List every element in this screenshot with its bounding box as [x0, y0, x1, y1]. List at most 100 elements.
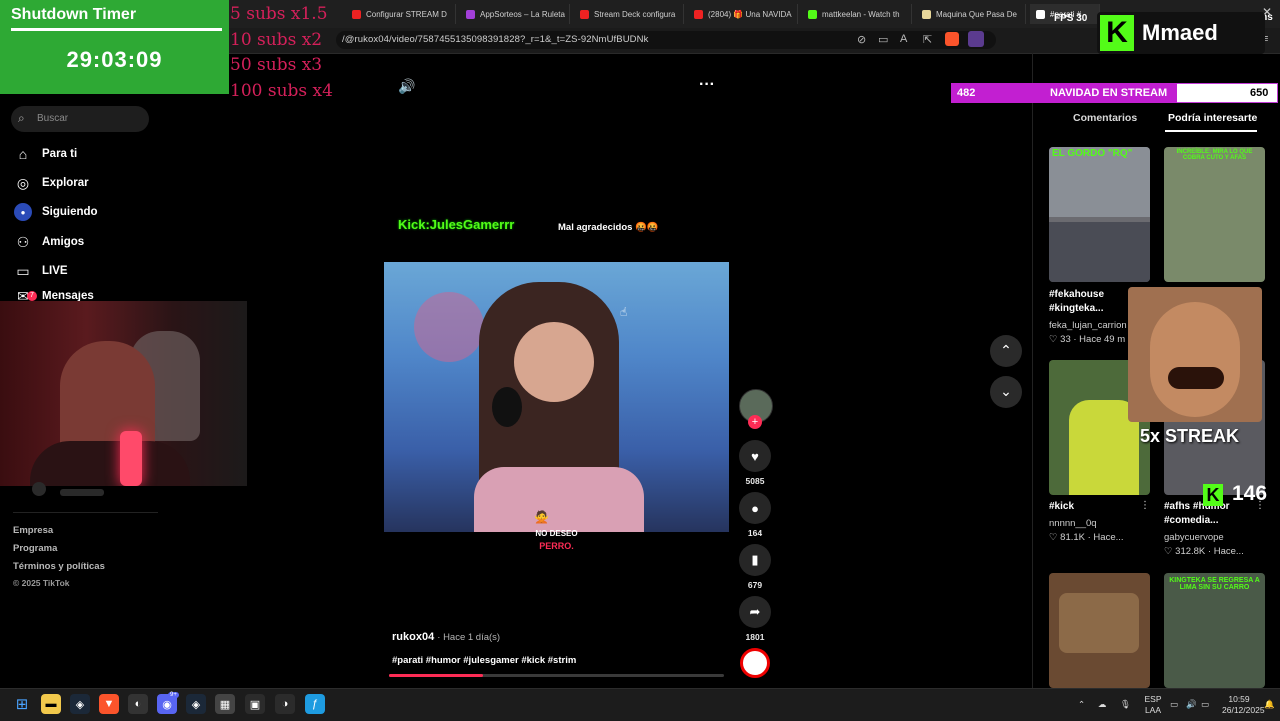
sidebar-item-live[interactable]: ▭ LIVE [14, 262, 67, 280]
kick-logo-icon: K [1100, 15, 1134, 51]
kick-brand-name: Mmaed [1142, 20, 1218, 45]
active-tab-indicator [1165, 130, 1257, 132]
footer-link[interactable]: Programa [13, 543, 57, 554]
card-time: · Hace 49 m [1073, 334, 1126, 345]
video-player[interactable]: 🙅 [384, 262, 729, 532]
sidebar-item-label: Siguiendo [42, 206, 98, 218]
heart-icon: ♥ [751, 448, 759, 464]
card-caption[interactable]: #kick [1049, 500, 1074, 514]
battery-icon[interactable]: ▭ [1201, 699, 1209, 710]
video-thumbnail[interactable]: KINGTEKA SE REGRESA A LIMA SIN SU CARRO [1164, 573, 1265, 688]
brave-rewards-icon[interactable] [968, 31, 984, 47]
music-disc-icon[interactable] [740, 648, 770, 678]
timer-divider [11, 28, 222, 31]
url-text: /@rukox04/video/7587455135098391828?_r=1… [342, 34, 649, 45]
card-more-icon[interactable]: ⋮ [1140, 500, 1150, 511]
comment-button[interactable]: ● [739, 492, 771, 524]
kick-logo-icon: K [1203, 484, 1223, 506]
video-hashtags[interactable]: #parati #humor #julesgamer #kick #strim [392, 655, 576, 666]
timer-title: Shutdown Timer [11, 6, 137, 23]
video-subtitle: PERRO. [539, 541, 574, 551]
browser-tab[interactable]: mattkeelan - Watch th [802, 4, 912, 24]
no-sound-icon[interactable]: ⊘ [857, 33, 866, 46]
previous-video-button[interactable]: ⌃ [990, 335, 1022, 367]
mic-icon[interactable]: 🎙 [1120, 699, 1131, 710]
volume-icon[interactable]: 🔊 [398, 78, 415, 95]
steam-icon[interactable]: ◈ [186, 694, 206, 714]
sidebar-item-label: Para ti [42, 148, 78, 160]
brave-icon[interactable]: ▼ [99, 694, 119, 714]
video-time: · Hace 1 día(s) [437, 632, 501, 643]
tray-chevron-icon[interactable]: ⌃ [1078, 699, 1085, 710]
video-author[interactable]: rukox04 [392, 631, 434, 643]
notification-icon[interactable]: 🔔 [1264, 699, 1275, 710]
like-button[interactable]: ♥ [739, 440, 771, 472]
placeholder-bar [60, 489, 104, 496]
steam-icon[interactable]: ◈ [70, 694, 90, 714]
youtube-icon [352, 9, 361, 19]
app-icon[interactable]: ◑ [275, 694, 295, 714]
browser-tab[interactable]: Maquina Que Pasa De [916, 4, 1026, 24]
calculator-icon[interactable]: ▦ [215, 694, 235, 714]
fps-value: 30 [1076, 13, 1088, 24]
saves-count: 679 [747, 580, 763, 590]
cloud-icon[interactable]: ☁ [1098, 699, 1107, 710]
sidebar-item-explorar[interactable]: ◎ Explorar [14, 174, 89, 192]
comment-icon: ● [751, 500, 759, 516]
card-author[interactable]: nnnnn__0q [1049, 518, 1097, 529]
streamer-body [30, 441, 190, 486]
browser-tab[interactable]: (2804) 🎁 Una NAVIDA [688, 4, 798, 24]
card-caption[interactable]: #fekahouse #kingteka... [1049, 288, 1139, 316]
youtube-icon [694, 9, 703, 19]
video-thumbnail[interactable] [1049, 573, 1150, 688]
streamer-top [474, 467, 644, 532]
brave-shield-icon[interactable] [945, 32, 959, 46]
appsorteos-icon [466, 9, 475, 19]
sidebar-item-mensajes[interactable]: ✉ Mensajes [14, 291, 94, 301]
search-input[interactable] [11, 106, 149, 132]
windows-start-icon[interactable]: ⊞ [12, 694, 32, 714]
card-author[interactable]: gabycuervope [1164, 532, 1224, 543]
display-icon[interactable]: ▭ [1170, 699, 1178, 710]
clock[interactable]: 10:59 26/12/2025 [1222, 694, 1265, 716]
tab-podria-interesarte[interactable]: Podría interesarte [1168, 112, 1257, 124]
browser-tab[interactable]: Stream Deck configura [574, 4, 684, 24]
sidebar-item-siguiendo[interactable]: ● Siguiendo [14, 203, 98, 221]
video-overlay-text: Mal agradecidos 🤬🤬 [558, 222, 659, 233]
browser-tab[interactable]: AppSorteos – La Ruleta [460, 4, 570, 24]
video-meta: rukox04 · Hace 1 día(s) [392, 631, 500, 643]
app-icon[interactable]: ƒ [305, 694, 325, 714]
tiktok-icon [1036, 9, 1045, 19]
bookmark-icon: ▮ [751, 552, 759, 567]
kick-icon [808, 9, 817, 19]
share-arrow-icon: ➦ [749, 604, 761, 619]
keyboard-layout: LAA [1144, 705, 1162, 715]
screen-icon[interactable]: ▭ [878, 33, 888, 46]
footer-link[interactable]: Empresa [13, 525, 53, 536]
thumbnail-text: INCREÍBLE: MIRA LO QUE COBRA CUTO Y AFAS [1176, 149, 1253, 161]
sidebar-item-amigos[interactable]: ⚇ Amigos [14, 233, 84, 251]
share-icon[interactable]: ⇱ [923, 33, 932, 46]
save-button[interactable]: ▮ [739, 544, 771, 576]
subs-multiplier: 5 subs x1.5 [230, 4, 328, 24]
store-icon[interactable]: ▣ [245, 694, 265, 714]
translate-icon[interactable]: A [900, 33, 907, 45]
obs-icon[interactable]: ◐ [128, 694, 148, 714]
footer-link[interactable]: Términos y políticas [13, 561, 105, 572]
language-indicator[interactable]: ESP LAA [1142, 694, 1164, 716]
follow-plus-icon[interactable]: + [748, 415, 762, 429]
video-thumbnail[interactable]: EL GORDO "RQ" [1049, 147, 1150, 282]
streamer-face [514, 322, 594, 402]
speaker-icon[interactable]: 🔊 [1186, 699, 1197, 710]
sidebar-item-label: Amigos [42, 236, 85, 248]
sidebar-item-para-ti[interactable]: ⌂ Para ti [14, 145, 77, 163]
browser-tab[interactable]: Configurar STREAM D [346, 4, 456, 24]
tab-comments[interactable]: Comentarios [1073, 112, 1137, 124]
next-video-button[interactable]: ⌄ [990, 376, 1022, 408]
share-button[interactable]: ➦ [739, 596, 771, 628]
more-options-icon[interactable]: ··· [699, 76, 715, 94]
file-explorer-icon[interactable]: ▬ [41, 694, 61, 714]
subs-multiplier: 50 subs x3 [230, 55, 323, 75]
video-thumbnail[interactable]: INCREÍBLE: MIRA LO QUE COBRA CUTO Y AFAS [1164, 147, 1265, 282]
card-author[interactable]: feka_lujan_carrion [1049, 320, 1127, 331]
